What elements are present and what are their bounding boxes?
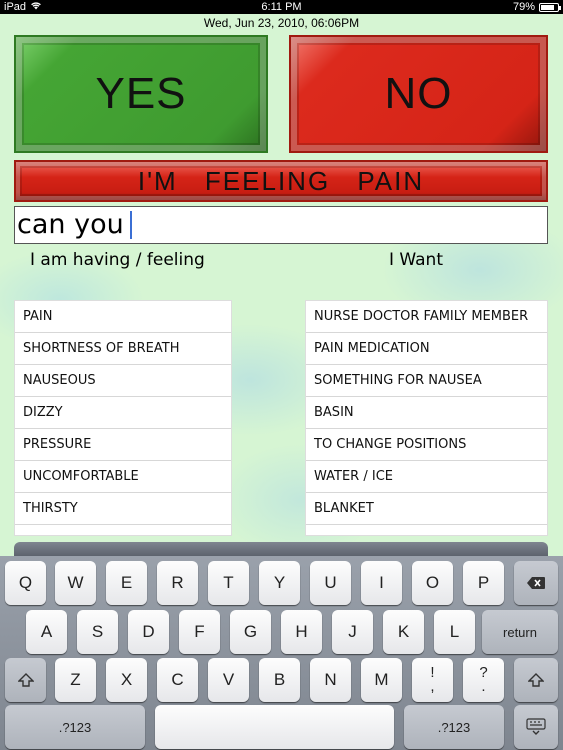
key-e[interactable]: E — [106, 561, 147, 605]
battery-icon — [539, 2, 561, 12]
feeling-list-item[interactable]: UNCOMFORTABLE — [15, 461, 231, 493]
key-o[interactable]: O — [412, 561, 453, 605]
want-list-item[interactable]: BLANKET — [306, 493, 547, 525]
feeling-list-item[interactable]: SHORTNESS OF BREATH — [15, 333, 231, 365]
key-a[interactable]: A — [26, 610, 67, 654]
battery-fill — [541, 4, 554, 10]
shift-key-left[interactable] — [5, 658, 46, 702]
key-n[interactable]: N — [310, 658, 351, 702]
want-list-item[interactable]: BASIN — [306, 397, 547, 429]
text-caret — [129, 211, 132, 239]
status-time: 6:11 PM — [261, 1, 302, 13]
key-exclaim-comma[interactable]: !, — [412, 658, 453, 702]
want-list-item[interactable]: NURSE DOCTOR FAMILY MEMBER — [306, 301, 547, 333]
hide-keyboard-key[interactable] — [514, 705, 558, 749]
feeling-list-item[interactable]: THIRSTY — [15, 493, 231, 525]
key-j[interactable]: J — [332, 610, 373, 654]
want-list-item[interactable]: PAIN MEDICATION — [306, 333, 547, 365]
numbers-key-right[interactable]: .?123 — [404, 705, 504, 749]
key-p[interactable]: P — [463, 561, 504, 605]
space-bar[interactable] — [155, 705, 394, 749]
key-r[interactable]: R — [157, 561, 198, 605]
key-l[interactable]: L — [434, 610, 475, 654]
want-list-item[interactable]: WATER / ICE — [306, 461, 547, 493]
feeling-list-item[interactable]: PAIN — [15, 301, 231, 333]
backspace-key[interactable] — [514, 561, 558, 605]
shift-icon — [528, 673, 544, 687]
key-d[interactable]: D — [128, 610, 169, 654]
speech-text-value: can you — [17, 209, 124, 240]
key-i[interactable]: I — [361, 561, 402, 605]
onscreen-keyboard: Q W E R T Y U I O P A S D F G H J K L re… — [0, 556, 563, 750]
key-h[interactable]: H — [281, 610, 322, 654]
feeling-heading: I am having / feeling — [30, 250, 205, 270]
numbers-key-left[interactable]: .?123 — [5, 705, 145, 749]
want-list[interactable]: NURSE DOCTOR FAMILY MEMBER PAIN MEDICATI… — [305, 300, 548, 536]
no-button[interactable]: NO — [289, 35, 548, 153]
key-x[interactable]: X — [106, 658, 147, 702]
key-question-period[interactable]: ?. — [463, 658, 504, 702]
feeling-list-item[interactable]: DIZZY — [15, 397, 231, 429]
feeling-list[interactable]: PAIN SHORTNESS OF BREATH NAUSEOUS DIZZY … — [14, 300, 232, 536]
shift-icon — [17, 673, 34, 687]
key-g[interactable]: G — [230, 610, 271, 654]
feeling-pain-button[interactable]: I'M FEELING PAIN — [14, 160, 548, 202]
shift-key-right[interactable] — [514, 658, 558, 702]
current-datetime: Wed, Jun 23, 2010, 06:06PM — [203, 16, 360, 30]
key-q[interactable]: Q — [5, 561, 46, 605]
speech-text-input[interactable]: can you — [14, 206, 548, 244]
backspace-icon — [527, 577, 545, 589]
want-list-item[interactable]: TO CHANGE POSITIONS — [306, 429, 547, 461]
feeling-list-item[interactable]: NAUSEOUS — [15, 365, 231, 397]
key-t[interactable]: T — [208, 561, 249, 605]
key-k[interactable]: K — [383, 610, 424, 654]
keyboard-hide-icon — [526, 718, 546, 735]
key-m[interactable]: M — [361, 658, 402, 702]
yes-button[interactable]: YES — [14, 35, 268, 153]
want-list-item[interactable]: SOMETHING FOR NAUSEA — [306, 365, 547, 397]
status-right: 79% — [512, 0, 561, 14]
key-period-label: . — [481, 678, 486, 695]
key-z[interactable]: Z — [55, 658, 96, 702]
key-f[interactable]: F — [179, 610, 220, 654]
key-b[interactable]: B — [259, 658, 300, 702]
return-key[interactable]: return — [482, 610, 558, 654]
key-c[interactable]: C — [157, 658, 198, 702]
want-heading: I Want — [389, 250, 443, 270]
key-y[interactable]: Y — [259, 561, 300, 605]
key-w[interactable]: W — [55, 561, 96, 605]
key-s[interactable]: S — [77, 610, 118, 654]
status-bar: iPad 6:11 PM 79% — [0, 0, 563, 14]
keyboard-top-bar — [14, 542, 548, 556]
key-comma-label: , — [430, 678, 435, 695]
feeling-list-item[interactable]: PRESSURE — [15, 429, 231, 461]
battery-percent: 79% — [512, 1, 535, 13]
key-v[interactable]: V — [208, 658, 249, 702]
key-u[interactable]: U — [310, 561, 351, 605]
